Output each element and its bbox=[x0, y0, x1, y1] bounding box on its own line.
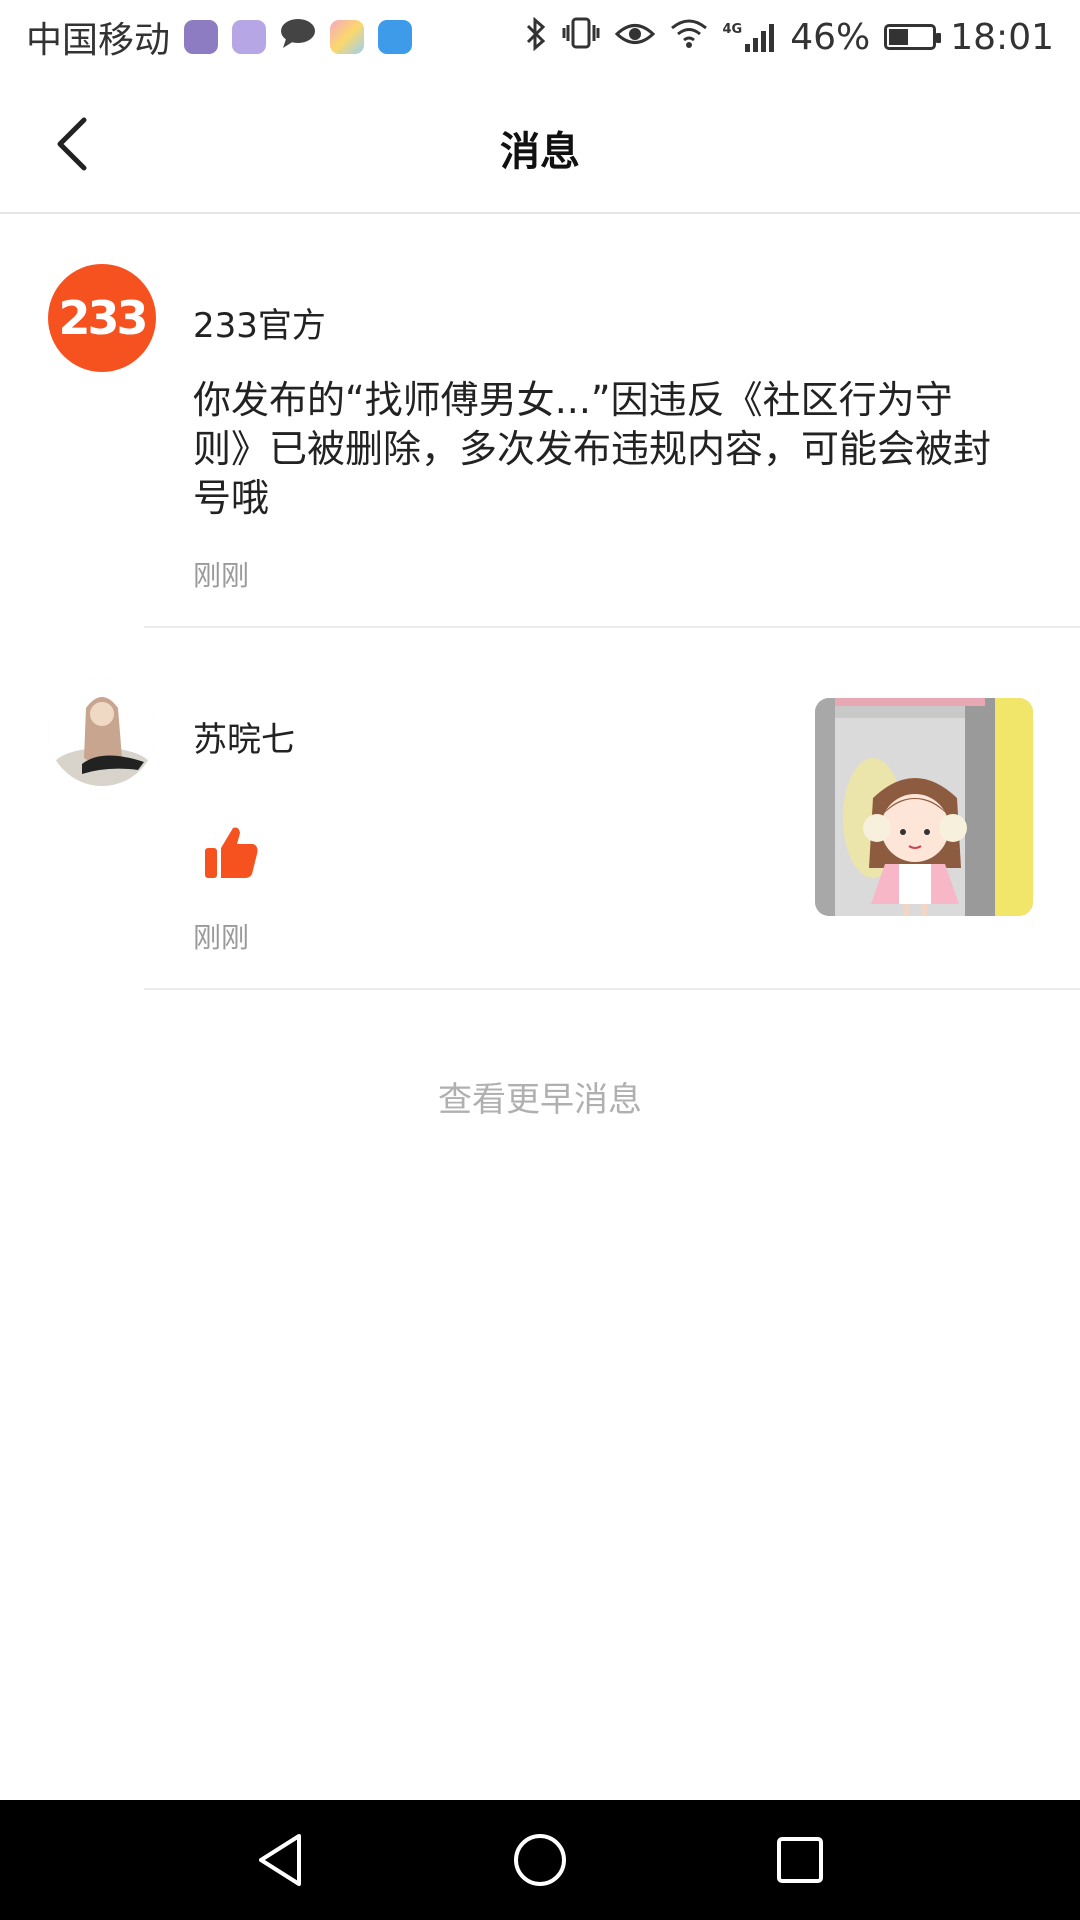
view-earlier-messages-link[interactable]: 查看更早消息 bbox=[0, 1072, 1080, 1121]
post-thumbnail[interactable] bbox=[815, 698, 1033, 916]
eye-icon bbox=[614, 17, 655, 58]
sender-name: 苏晥七 bbox=[193, 720, 295, 760]
battery-fill bbox=[889, 29, 909, 45]
status-bar-left: 中国移动 bbox=[26, 11, 413, 63]
signal-icon: 4G bbox=[723, 22, 777, 52]
battery-percent: 46% bbox=[790, 16, 871, 58]
official-avatar[interactable]: 233 bbox=[48, 264, 156, 372]
user-avatar-illustration bbox=[48, 678, 156, 786]
nav-back-button[interactable] bbox=[250, 1830, 310, 1890]
status-bar: 中国移动 4G 46% 18:01 bbox=[0, 0, 1080, 74]
network-type-label: 4G bbox=[722, 22, 743, 37]
chat-bubble-icon bbox=[280, 17, 316, 58]
official-avatar-logo: 233 bbox=[58, 291, 148, 345]
vibrate-icon bbox=[561, 16, 601, 59]
sender-name: 233官方 bbox=[193, 306, 326, 346]
thumbs-up-icon bbox=[203, 824, 259, 884]
page-title: 消息 bbox=[500, 129, 580, 175]
app-header: 消息 bbox=[0, 74, 1080, 214]
carrier-label: 中国移动 bbox=[26, 20, 171, 61]
circle-home-icon bbox=[514, 1834, 566, 1886]
square-recents-icon bbox=[777, 1837, 823, 1883]
notification-app-icon bbox=[184, 20, 219, 54]
clock-time: 18:01 bbox=[950, 16, 1054, 58]
nav-recents-button[interactable] bbox=[770, 1830, 830, 1890]
photo-app-icon bbox=[330, 20, 365, 54]
post-thumbnail-image bbox=[815, 698, 1033, 916]
nav-home-button[interactable] bbox=[510, 1830, 570, 1890]
bluetooth-icon bbox=[525, 16, 547, 57]
message-text: 你发布的“找师傅男女...”因违反《社区行为守则》已被删除，多次发布违规内容，可… bbox=[193, 378, 992, 520]
shield-app-icon bbox=[378, 20, 413, 54]
message-time: 刚刚 bbox=[193, 921, 250, 954]
system-nav-bar bbox=[0, 1800, 1080, 1920]
status-bar-right: 4G 46% 18:01 bbox=[525, 16, 1054, 59]
message-item-official[interactable]: 233 233官方 你发布的“找师傅男女...”因违反《社区行为守则》已被删除，… bbox=[0, 214, 1080, 628]
message-time: 刚刚 bbox=[193, 559, 250, 592]
wifi-icon bbox=[669, 17, 709, 58]
user-avatar[interactable] bbox=[48, 678, 156, 786]
triangle-back-icon bbox=[259, 1834, 301, 1886]
music-app-icon bbox=[232, 20, 267, 54]
divider bbox=[144, 988, 1080, 990]
message-item-like[interactable]: 苏晥七 刚刚 bbox=[0, 628, 1080, 990]
battery-icon bbox=[884, 24, 942, 50]
